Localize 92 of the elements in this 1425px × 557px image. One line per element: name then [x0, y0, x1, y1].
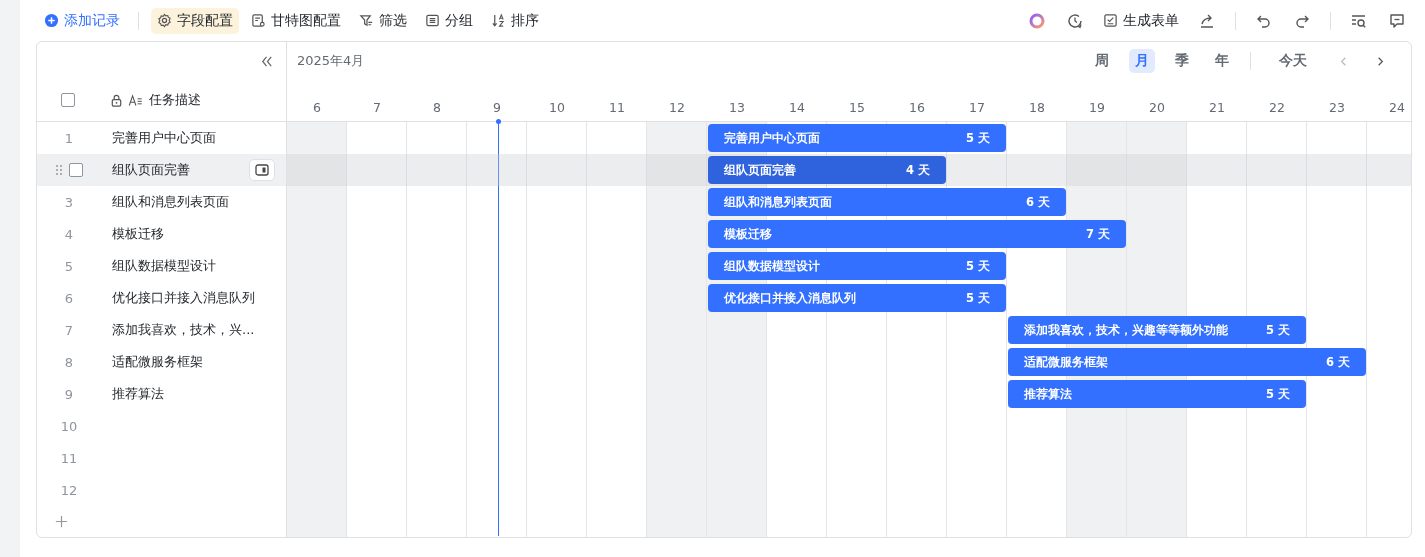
- panel-icon: [255, 164, 269, 176]
- day-label: 10: [548, 100, 566, 117]
- task-name: 适配微服务框架: [111, 353, 204, 371]
- day-label: 14: [788, 100, 806, 117]
- task-bar[interactable]: 推荐算法 5 天: [1008, 380, 1306, 408]
- day-label: 13: [728, 100, 746, 117]
- drag-handle-icon[interactable]: [55, 164, 63, 176]
- table-row[interactable]: 11: [37, 442, 286, 474]
- row-number: 12: [60, 482, 78, 498]
- comment-icon[interactable]: [1388, 11, 1406, 30]
- task-name: 组队和消息列表页面: [111, 193, 230, 211]
- day-label: 7: [372, 100, 382, 117]
- row-number: 3: [64, 194, 74, 210]
- clock-icon[interactable]: [1066, 11, 1084, 30]
- row-number: 1: [64, 130, 74, 146]
- add-row-icon[interactable]: [54, 513, 69, 529]
- filter-button[interactable]: 筛选: [353, 7, 413, 34]
- view-tab[interactable]: 季: [1169, 49, 1195, 73]
- add-button[interactable]: 添加记录: [38, 7, 126, 34]
- expand-record-button[interactable]: [249, 159, 275, 181]
- table-row[interactable]: 7 添加我喜欢，技术，兴...: [37, 314, 286, 346]
- task-bar[interactable]: 组队数据模型设计 5 天: [708, 252, 1006, 280]
- task-bar[interactable]: 优化接口并接入消息队列 5 天: [708, 284, 1006, 312]
- table-row[interactable]: 组队页面完善: [37, 154, 286, 186]
- task-bar[interactable]: 完善用户中心页面 5 天: [708, 124, 1006, 152]
- day-label: 6: [312, 100, 322, 117]
- task-name: 优化接口并接入消息队列: [111, 289, 256, 307]
- day-label: 18: [1028, 100, 1046, 117]
- row-number: 4: [64, 226, 74, 242]
- day-label: 19: [1088, 100, 1106, 117]
- table-row[interactable]: 6 优化接口并接入消息队列: [37, 282, 286, 314]
- row-number: 10: [60, 418, 78, 434]
- day-label: 21: [1208, 100, 1226, 117]
- task-name: 模板迁移: [111, 225, 165, 243]
- day-label: 8: [432, 100, 442, 117]
- table-row[interactable]: 1 完善用户中心页面: [37, 122, 286, 154]
- day-label: 12: [668, 100, 686, 117]
- gear-icon: [157, 13, 172, 28]
- list-icon: [425, 13, 440, 28]
- day-label: 20: [1148, 100, 1166, 117]
- row-number: 6: [64, 290, 74, 306]
- select-all-checkbox[interactable]: [61, 93, 75, 107]
- month-label: 2025年4月: [297, 52, 365, 70]
- day-label: 22: [1268, 100, 1286, 117]
- filter-icon: [359, 13, 374, 28]
- column-header[interactable]: 任务描述: [149, 91, 201, 109]
- task-name: 推荐算法: [111, 385, 165, 403]
- gear-button[interactable]: 字段配置: [151, 7, 239, 34]
- generate-form-button[interactable]: 生成表单: [1097, 7, 1185, 34]
- row-number: 5: [64, 258, 74, 274]
- task-name: 组队数据模型设计: [111, 257, 217, 275]
- task-bar[interactable]: 组队和消息列表页面 6 天: [708, 188, 1066, 216]
- table-row[interactable]: 4 模板迁移: [37, 218, 286, 250]
- task-bar[interactable]: 模板迁移 7 天: [708, 220, 1126, 248]
- checkbox-icon: [1103, 13, 1118, 28]
- task-bar[interactable]: 添加我喜欢，技术，兴趣等等额外功能 5 天: [1008, 316, 1306, 344]
- view-tab[interactable]: 月: [1129, 49, 1155, 73]
- task-bar[interactable]: 适配微服务框架 6 天: [1008, 348, 1366, 376]
- day-label: 16: [908, 100, 926, 117]
- day-label: 23: [1328, 100, 1346, 117]
- view-tab[interactable]: 年: [1209, 49, 1235, 73]
- day-label: 15: [848, 100, 866, 117]
- document-gear-icon: [251, 13, 266, 28]
- ring-logo-icon[interactable]: [1028, 11, 1046, 30]
- row-number: 11: [60, 450, 78, 466]
- table-row[interactable]: 9 推荐算法: [37, 378, 286, 410]
- lock-icon: [109, 92, 124, 108]
- doc-button[interactable]: 甘特图配置: [245, 7, 347, 34]
- sort-icon: [491, 13, 506, 28]
- row-number: 9: [64, 386, 74, 402]
- table-row[interactable]: 5 组队数据模型设计: [37, 250, 286, 282]
- table-row[interactable]: 10: [37, 410, 286, 442]
- task-name: 完善用户中心页面: [111, 129, 217, 147]
- plus-circle-icon: [44, 13, 59, 28]
- day-label: 24: [1388, 100, 1406, 117]
- table-row[interactable]: 8 适配微服务框架: [37, 346, 286, 378]
- day-label: 17: [968, 100, 986, 117]
- view-tab[interactable]: 周: [1089, 49, 1115, 73]
- today-button[interactable]: 今天: [1273, 49, 1313, 73]
- table-row[interactable]: 3 组队和消息列表页面: [37, 186, 286, 218]
- sort-button[interactable]: 排序: [485, 7, 545, 34]
- row-checkbox[interactable]: [69, 163, 83, 177]
- text-field-icon: [128, 92, 143, 108]
- row-number: 7: [64, 322, 74, 338]
- task-bar[interactable]: 组队页面完善 4 天: [708, 156, 946, 184]
- table-row[interactable]: 12: [37, 474, 286, 506]
- task-name: 添加我喜欢，技术，兴...: [111, 321, 256, 339]
- day-label: 9: [492, 100, 502, 117]
- group-button[interactable]: 分组: [419, 7, 479, 34]
- row-number: 8: [64, 354, 74, 370]
- task-name: 组队页面完善: [111, 161, 191, 179]
- day-label: 11: [608, 100, 626, 117]
